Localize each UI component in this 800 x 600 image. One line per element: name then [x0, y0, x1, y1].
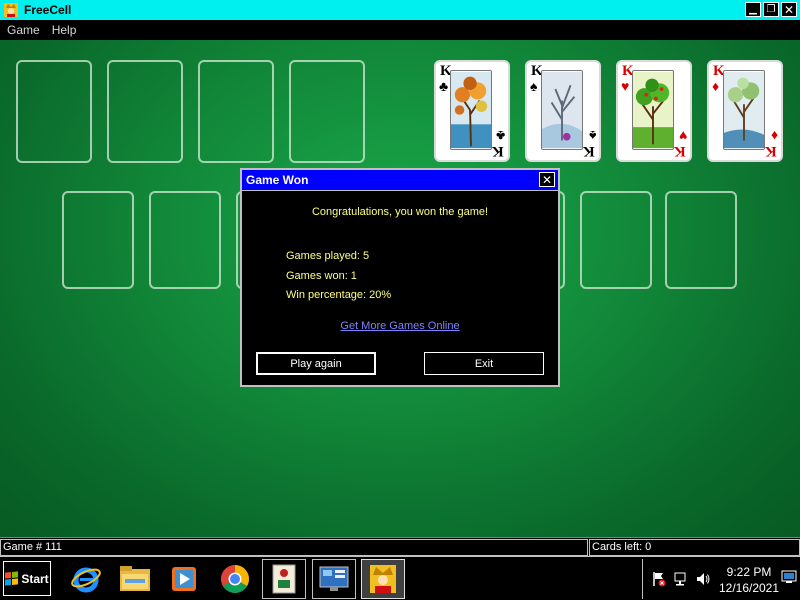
card-rank: K: [674, 143, 686, 159]
menu-help[interactable]: Help: [52, 23, 77, 37]
play-again-button[interactable]: Play again: [256, 352, 376, 375]
tableau-column-2[interactable]: [149, 191, 221, 289]
menu-game[interactable]: Game: [7, 23, 40, 37]
free-cell-3[interactable]: [198, 60, 274, 163]
diamond-icon: ♦: [770, 128, 778, 144]
game-won-dialog: Game Won ✕ Congratulations, you won the …: [240, 168, 560, 387]
title-bar[interactable]: FreeCell ▁ ❐ ✕: [0, 0, 800, 20]
club-icon: ♣: [495, 128, 505, 144]
maximize-button[interactable]: ❐: [763, 2, 779, 17]
menu-bar: Game Help: [0, 20, 800, 40]
control-panel-icon[interactable]: [312, 559, 356, 599]
start-label: Start: [21, 571, 49, 586]
foundation-spades[interactable]: K ♠ ♠ K: [525, 60, 601, 162]
dialog-close-button[interactable]: ✕: [539, 172, 555, 187]
autumn-tree-art: [450, 70, 492, 150]
action-center-flag-icon[interactable]: [651, 571, 667, 587]
tableau-column-8[interactable]: [665, 191, 737, 289]
network-icon[interactable]: [673, 571, 689, 587]
card-rank: K: [765, 143, 777, 159]
volume-icon[interactable]: [695, 571, 711, 587]
exit-button[interactable]: Exit: [424, 352, 544, 375]
cards-left: Cards left: 0: [589, 539, 800, 556]
internet-explorer-icon[interactable]: [64, 559, 108, 599]
foundation-clubs[interactable]: K ♣ ♣ K: [434, 60, 510, 162]
free-cell-1[interactable]: [16, 60, 92, 163]
game-number: Game # 111: [0, 539, 588, 556]
games-won-stat: Games won: 1: [286, 270, 357, 282]
spade-icon: ♠: [530, 78, 538, 94]
show-desktop-icon[interactable]: [781, 569, 797, 585]
card-rank: K: [583, 143, 595, 159]
clock-date[interactable]: 12/16/2021: [713, 581, 785, 595]
dialog-title: Game Won: [246, 173, 309, 187]
window-title: FreeCell: [24, 3, 72, 17]
windows-logo-icon: [5, 571, 19, 586]
file-explorer-icon[interactable]: [113, 559, 157, 599]
mahjong-icon[interactable]: [262, 559, 306, 599]
heart-icon: ♥: [678, 128, 687, 144]
club-icon: ♣: [439, 78, 449, 94]
spring-tree-art: [723, 70, 765, 150]
foundation-diamonds[interactable]: K ♦ ♦ K: [707, 60, 783, 162]
congratulations-message: Congratulations, you won the game!: [311, 206, 489, 218]
dialog-title-bar[interactable]: Game Won ✕: [242, 170, 558, 191]
spade-icon: ♠: [588, 128, 596, 144]
free-cell-2[interactable]: [107, 60, 183, 163]
minimize-button[interactable]: ▁: [745, 2, 761, 17]
media-player-icon[interactable]: [162, 559, 206, 599]
card-rank: K: [492, 143, 504, 159]
free-cell-4[interactable]: [289, 60, 365, 163]
freecell-icon[interactable]: [361, 559, 405, 599]
win-percentage-stat: Win percentage: 20%: [286, 289, 392, 301]
status-bar: Game # 111 Cards left: 0: [0, 537, 800, 556]
tableau-column-7[interactable]: [580, 191, 652, 289]
clock-time[interactable]: 9:22 PM: [713, 565, 785, 579]
games-played-stat: Games played: 5: [286, 250, 370, 262]
close-button[interactable]: ✕: [781, 2, 797, 17]
heart-icon: ♥: [621, 78, 630, 94]
chrome-icon[interactable]: [213, 559, 257, 599]
start-button[interactable]: Start: [3, 561, 51, 596]
freecell-app-icon: [4, 3, 18, 17]
summer-tree-art: [632, 70, 674, 150]
winter-tree-art: [541, 70, 583, 150]
get-more-games-link[interactable]: Get More Games Online: [242, 320, 558, 332]
diamond-icon: ♦: [712, 78, 720, 94]
system-tray: 9:22 PM 12/16/2021: [642, 559, 800, 599]
foundation-hearts[interactable]: K ♥ ♥ K: [616, 60, 692, 162]
taskbar: Start 9:22 PM 12/16/2021: [0, 556, 800, 600]
tableau-column-1[interactable]: [62, 191, 134, 289]
